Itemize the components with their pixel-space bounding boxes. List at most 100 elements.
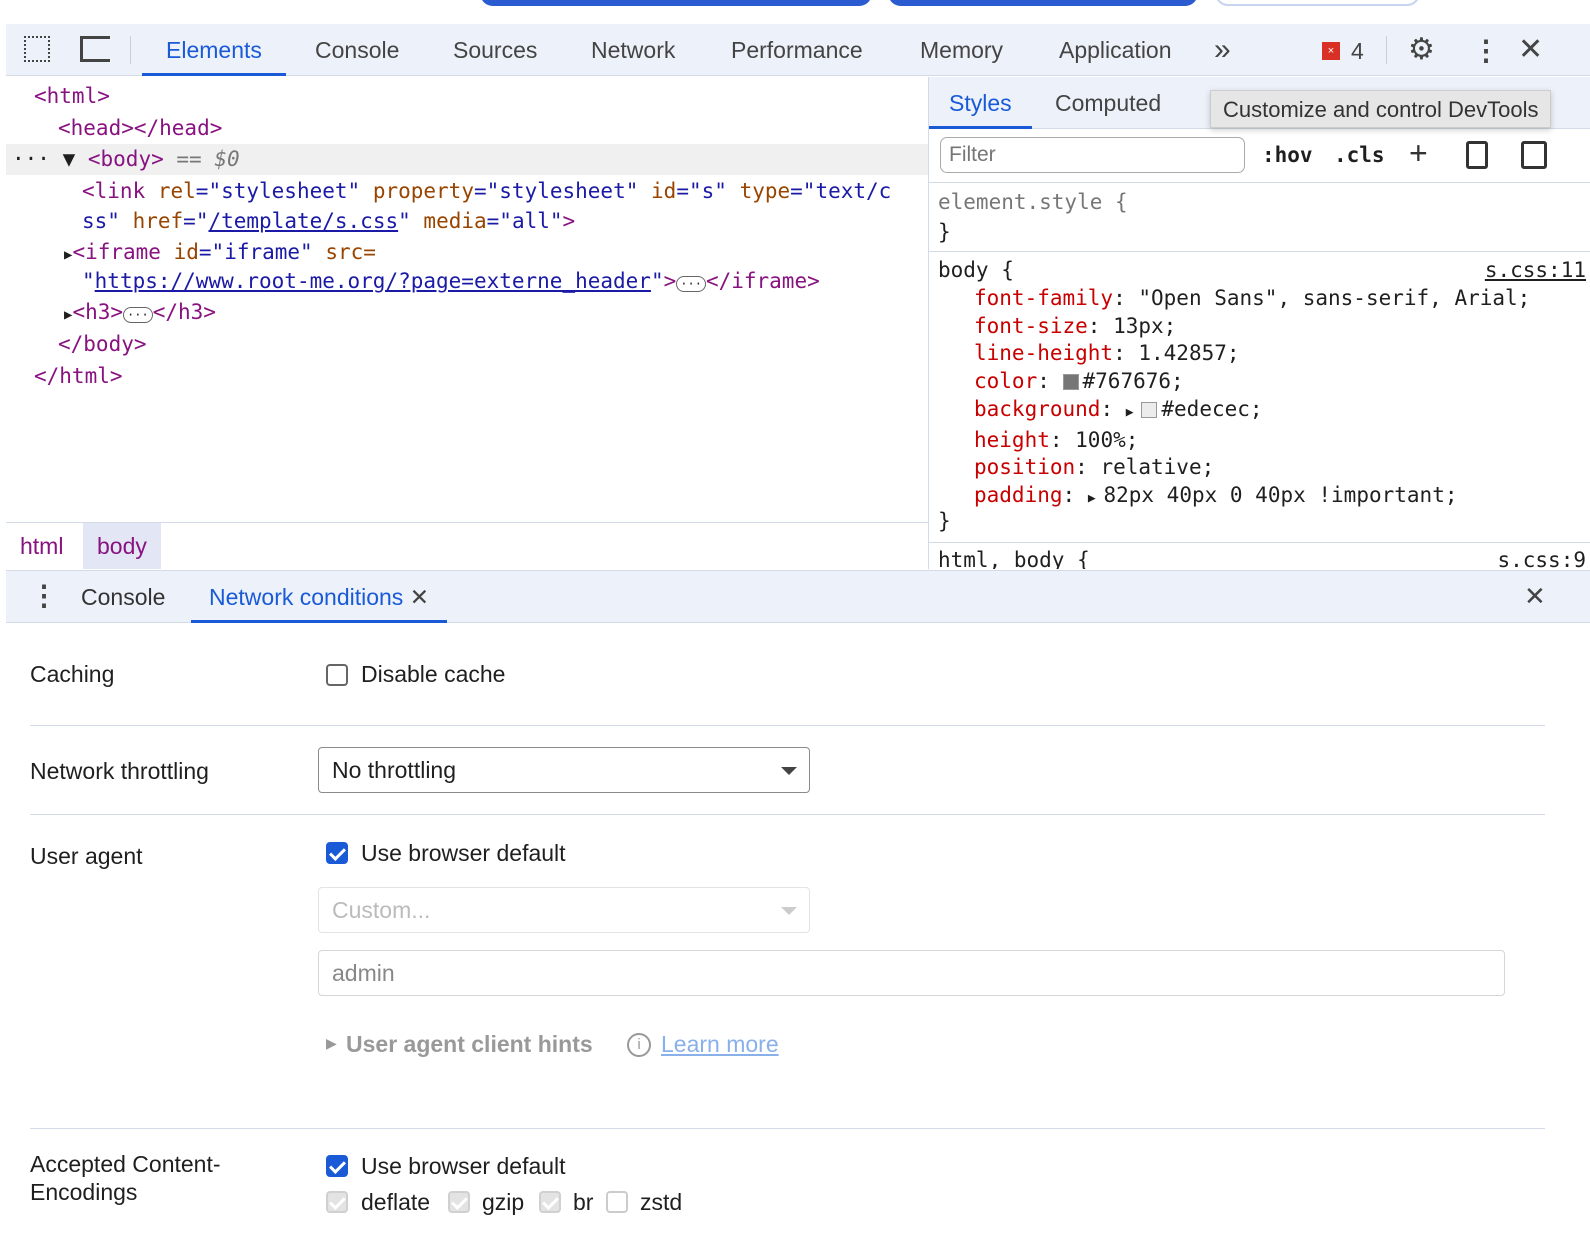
- drawer-tab-network-conditions[interactable]: Network conditions ✕: [191, 571, 447, 623]
- iframe-src-link[interactable]: https://www.root-me.org/?page=externe_he…: [95, 269, 651, 293]
- dom-node-iframe[interactable]: ▶<iframe id="iframe" src=: [64, 237, 376, 268]
- expand-triangle-icon[interactable]: ▶: [326, 1035, 337, 1052]
- rule-close: }: [938, 220, 951, 244]
- devtools-toolbar: Elements Console Sources Network Perform…: [6, 24, 1590, 76]
- expand-triangle-icon[interactable]: ▶: [1088, 491, 1104, 506]
- css-property[interactable]: font-size: 13px;: [974, 313, 1530, 341]
- css-property[interactable]: font-family: "Open Sans", sans-serif, Ar…: [974, 285, 1530, 313]
- more-options-icon[interactable]: ⋮: [1472, 34, 1500, 67]
- styles-filter-input[interactable]: [940, 137, 1245, 173]
- property-name[interactable]: padding: [974, 483, 1063, 507]
- body-rule-selector[interactable]: body {: [938, 255, 1014, 285]
- property-name[interactable]: font-family: [974, 286, 1113, 310]
- tab-sources[interactable]: Sources: [453, 24, 537, 76]
- html-body-rule-selector[interactable]: html, body {: [938, 545, 1090, 569]
- tab-styles[interactable]: Styles: [929, 77, 1032, 129]
- paint-brush-icon[interactable]: [1466, 141, 1488, 169]
- css-property[interactable]: height: 100%;: [974, 427, 1530, 455]
- tab-network[interactable]: Network: [591, 24, 675, 76]
- learn-more-link[interactable]: Learn more: [661, 1031, 779, 1058]
- ua-default-checkbox[interactable]: [326, 842, 348, 864]
- dom-node-html[interactable]: <html>: [34, 81, 110, 112]
- tab-elements[interactable]: Elements: [142, 24, 286, 76]
- encodings-default-label[interactable]: Use browser default: [361, 1153, 566, 1180]
- breadcrumb: html body: [6, 522, 928, 569]
- encodings-default-checkbox[interactable]: [326, 1155, 348, 1177]
- property-value[interactable]: #767676;: [1083, 369, 1184, 393]
- encodings-label: Accepted Content- Encodings: [30, 1151, 221, 1205]
- close-tab-icon[interactable]: ✕: [410, 584, 429, 610]
- page-button[interactable]: [480, 0, 872, 6]
- ua-preset-select: Custom...: [318, 887, 810, 933]
- breadcrumb-body[interactable]: body: [83, 523, 161, 569]
- tab-label: Network conditions: [209, 584, 404, 610]
- page-button[interactable]: [888, 0, 1198, 6]
- tab-console[interactable]: Console: [315, 24, 399, 76]
- more-tabs-icon[interactable]: »: [1214, 24, 1231, 76]
- ua-default-label[interactable]: Use browser default: [361, 840, 566, 867]
- client-hints-toggle[interactable]: User agent client hints: [346, 1031, 593, 1058]
- settings-gear-icon[interactable]: ⚙: [1408, 32, 1435, 67]
- gzip-label: gzip: [482, 1189, 525, 1215]
- href-link[interactable]: /template/s.css: [208, 209, 398, 233]
- close-devtools-icon[interactable]: ✕: [1518, 32, 1543, 67]
- property-value[interactable]: "Open Sans", sans-serif, Arial;: [1138, 286, 1530, 310]
- property-name[interactable]: background: [974, 397, 1100, 421]
- dom-node-link[interactable]: <link rel="stylesheet" property="stylesh…: [82, 176, 891, 207]
- tab-computed[interactable]: Computed: [1055, 77, 1161, 129]
- zstd-label: zstd: [640, 1189, 683, 1215]
- drawer-tab-console[interactable]: Console: [81, 571, 165, 623]
- hov-button[interactable]: :hov: [1262, 143, 1313, 167]
- element-style-selector[interactable]: element.style {: [938, 187, 1128, 217]
- tab-performance[interactable]: Performance: [731, 24, 863, 76]
- throttling-label: Network throttling: [30, 758, 209, 784]
- css-property[interactable]: background: ▶ #edecec;: [974, 396, 1530, 427]
- close-drawer-icon[interactable]: ✕: [1524, 581, 1546, 612]
- property-name[interactable]: font-size: [974, 314, 1088, 338]
- property-name[interactable]: position: [974, 455, 1075, 479]
- color-swatch[interactable]: [1062, 374, 1079, 391]
- property-name[interactable]: height: [974, 428, 1050, 452]
- dom-node-body-selected[interactable]: ··· ▼ <body> == $0: [6, 144, 928, 175]
- tab-application[interactable]: Application: [1059, 24, 1172, 76]
- deflate-label: deflate: [361, 1189, 431, 1215]
- page-button[interactable]: [1215, 0, 1420, 6]
- css-property[interactable]: line-height: 1.42857;: [974, 340, 1530, 368]
- new-style-rule-icon[interactable]: +: [1409, 135, 1428, 172]
- device-toolbar-icon[interactable]: [80, 36, 110, 62]
- property-value[interactable]: relative;: [1100, 455, 1214, 479]
- css-property[interactable]: color: #767676;: [974, 368, 1530, 396]
- property-value[interactable]: 1.42857;: [1138, 341, 1239, 365]
- dom-node-h3[interactable]: ▶<h3> ··· </h3>: [64, 297, 216, 328]
- ellipsis-icon[interactable]: ···: [123, 307, 153, 323]
- property-value[interactable]: #edecec;: [1161, 397, 1262, 421]
- inspect-element-icon[interactable]: [24, 36, 50, 62]
- expand-triangle-icon[interactable]: ▶: [1126, 405, 1142, 420]
- rule-source-link[interactable]: s.css:11: [1485, 255, 1586, 285]
- dom-node-head[interactable]: <head></head>: [58, 113, 222, 144]
- tab-memory[interactable]: Memory: [920, 24, 1003, 76]
- body-tag: <body>: [87, 147, 164, 171]
- ellipsis-icon[interactable]: ···: [676, 276, 706, 292]
- toggle-sidebar-icon[interactable]: [1521, 141, 1547, 169]
- property-value[interactable]: 13px;: [1113, 314, 1176, 338]
- error-icon[interactable]: ×: [1322, 42, 1340, 60]
- error-count[interactable]: 4: [1351, 38, 1364, 65]
- cls-button[interactable]: .cls: [1334, 143, 1385, 167]
- property-name[interactable]: line-height: [974, 341, 1113, 365]
- property-value[interactable]: 100%;: [1075, 428, 1138, 452]
- tooltip: Customize and control DevTools: [1210, 90, 1552, 128]
- property-value[interactable]: 82px 40px 0 40px !important;: [1103, 483, 1457, 507]
- rule-source-link[interactable]: s.css:9: [1497, 545, 1586, 569]
- dom-node-html-close: </html>: [34, 364, 123, 388]
- throttling-select[interactable]: No throttling: [318, 747, 810, 793]
- breadcrumb-html[interactable]: html: [20, 533, 63, 560]
- disable-cache-label[interactable]: Disable cache: [361, 661, 505, 688]
- color-swatch[interactable]: [1141, 401, 1158, 418]
- disable-cache-checkbox[interactable]: [326, 664, 348, 686]
- css-property[interactable]: padding: ▶ 82px 40px 0 40px !important;: [974, 482, 1530, 513]
- drawer-menu-icon[interactable]: ⋮: [30, 579, 58, 612]
- css-property[interactable]: position: relative;: [974, 454, 1530, 482]
- caching-label: Caching: [30, 661, 115, 687]
- property-name[interactable]: color: [974, 369, 1037, 393]
